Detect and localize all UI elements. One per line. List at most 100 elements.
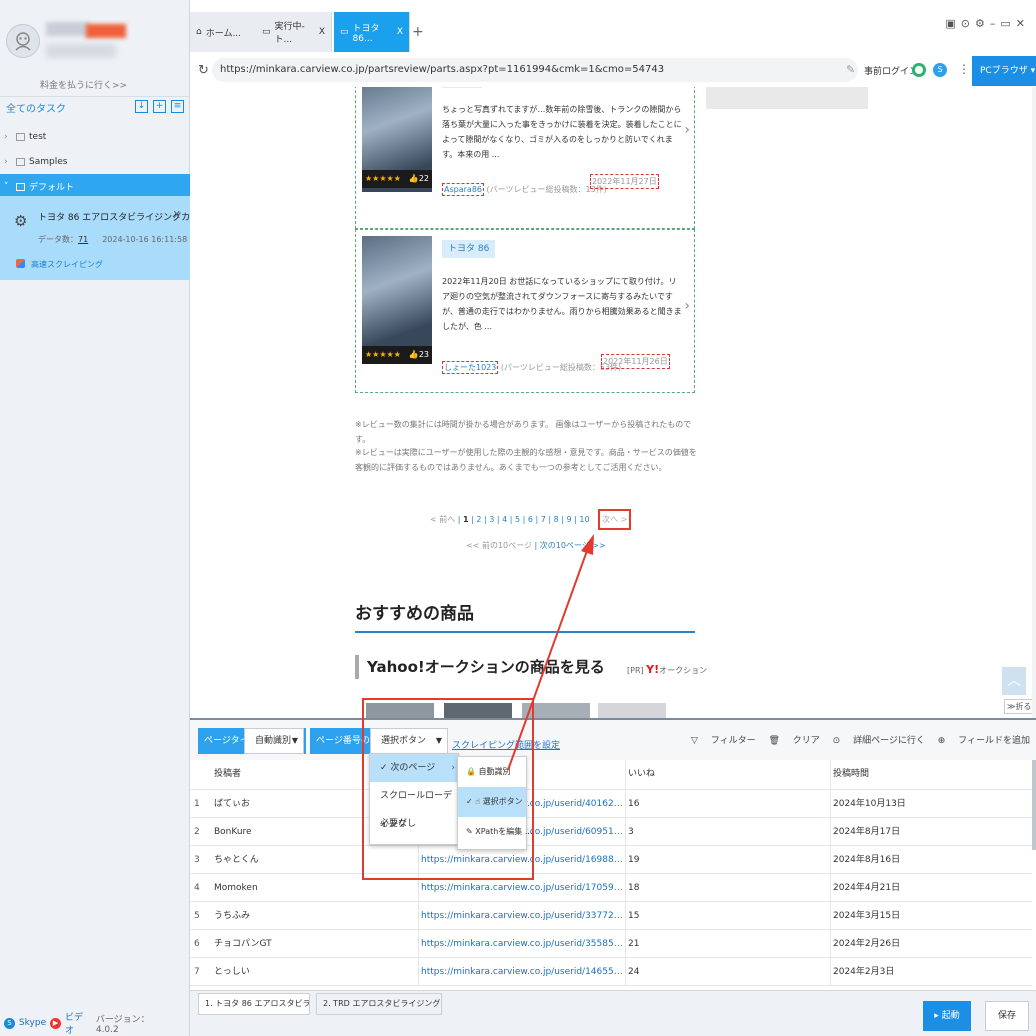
- cell-time[interactable]: 2024年8月16日: [830, 846, 1030, 874]
- filter-button[interactable]: ▽ フィルター: [691, 736, 756, 746]
- launch-button[interactable]: ▸ 起動: [923, 1001, 971, 1031]
- page-link[interactable]: 3: [489, 515, 494, 524]
- pre-login-button[interactable]: 事前ログイン: [864, 64, 918, 77]
- table-row[interactable]: 6 チョコパンGT https://minkara.carview.co.jp/us…: [190, 930, 1032, 958]
- yahoo-heading[interactable]: Yahoo!オークションの商品を見る: [355, 655, 605, 679]
- add-task-icon[interactable]: +: [153, 100, 166, 113]
- cell-url[interactable]: https://minkara.carview.co.jp/userid/337…: [418, 902, 625, 930]
- cell-like[interactable]: 18: [625, 874, 830, 902]
- table-row[interactable]: 3 ちゃとくん https://minkara.carview.co.jp/user…: [190, 846, 1032, 874]
- pay-link[interactable]: 料金を払うに行く>>: [40, 78, 127, 91]
- pc-browser-button[interactable]: PCブラウザ ▾: [972, 56, 1036, 86]
- import-icon[interactable]: ↓: [135, 100, 148, 113]
- page-link[interactable]: 5: [515, 515, 520, 524]
- close-icon[interactable]: X: [173, 210, 180, 221]
- cell-time[interactable]: 2024年4月21日: [830, 874, 1030, 902]
- review-image[interactable]: [362, 236, 432, 352]
- like-count: 22: [418, 174, 429, 183]
- page-type-select[interactable]: 自動識別 ▼: [244, 728, 304, 754]
- add-field-button[interactable]: ⊕ フィールドを追加: [938, 736, 1030, 746]
- edit-icon[interactable]: ✎: [846, 63, 855, 76]
- extension-icon[interactable]: ⬤: [912, 63, 926, 77]
- row-number: 5: [194, 911, 200, 921]
- table-scrollbar[interactable]: [1032, 760, 1036, 850]
- review-tag[interactable]: トヨタ 86: [442, 240, 496, 258]
- page-link[interactable]: 2: [476, 515, 481, 524]
- column-header[interactable]: いいね: [625, 760, 830, 788]
- tab-home[interactable]: ⌂ ホーム...: [190, 12, 266, 52]
- all-tasks-label[interactable]: 全てのタスク: [6, 100, 66, 115]
- task-tab[interactable]: 1. トヨタ 86 エアロスタビライジ...: [198, 993, 310, 1015]
- close-icon[interactable]: X: [319, 27, 325, 37]
- more-icon[interactable]: ⋮: [958, 62, 970, 76]
- cell-time[interactable]: 2024年8月17日: [830, 818, 1030, 846]
- cell-user[interactable]: うちふみ: [212, 902, 417, 930]
- detail-button[interactable]: ⊙ 詳細ページに行く: [833, 736, 925, 746]
- page-link[interactable]: 6: [528, 515, 533, 524]
- task-tab[interactable]: 2. TRD エアロスタビライジングカ... ⊗: [316, 993, 442, 1015]
- cell-time[interactable]: 2024年2月3日: [830, 958, 1030, 986]
- folder-samples[interactable]: › Samples: [0, 149, 190, 174]
- table-row[interactable]: 2BonKurehttps://minkara.carview.co.jp/us…: [190, 818, 1032, 846]
- clear-button[interactable]: 🗑 クリア: [768, 736, 819, 746]
- extension-icon[interactable]: S: [933, 63, 947, 77]
- cell-time[interactable]: 2024年10月13日: [830, 790, 1030, 818]
- avatar[interactable]: [6, 24, 40, 58]
- page-link[interactable]: 10: [579, 515, 589, 524]
- fold-button[interactable]: ≫折る: [1004, 699, 1035, 714]
- new-tab-icon[interactable]: +: [412, 24, 424, 40]
- robot-icon: ⚙: [14, 212, 28, 230]
- product-thumb[interactable]: [598, 703, 666, 718]
- cell-like[interactable]: 3: [625, 818, 830, 846]
- cell-like[interactable]: 19: [625, 846, 830, 874]
- tab-toyota[interactable]: ▭ トヨタ 86... X: [334, 12, 410, 52]
- cell-like[interactable]: 24: [625, 958, 830, 986]
- scroll-top-button[interactable]: ︿: [1002, 667, 1026, 695]
- chevron-right-icon[interactable]: ›: [684, 122, 690, 138]
- table-row[interactable]: 4 Momoken https://minkara.carview.co.jp/us…: [190, 874, 1032, 902]
- cell-like[interactable]: 16: [625, 790, 830, 818]
- review-card[interactable]: ★★★★★ 👍22 ちょっと写真ずれてますが…数年前の除雪後、トランクの隙間から落…: [355, 87, 695, 229]
- data-count[interactable]: 71: [78, 235, 88, 244]
- task-item[interactable]: ⚙ トヨタ 86 エアロスタビライジングカバー... X データ数：71 2024…: [0, 196, 217, 280]
- table-row[interactable]: 1ばてぃおhttps://minkara.carview.co.jp/useri…: [190, 790, 1032, 818]
- cell-like[interactable]: 15: [625, 902, 830, 930]
- page-link[interactable]: 4: [502, 515, 507, 524]
- table-row[interactable]: 7 とっしい https://minkara.carview.co.jp/useri…: [190, 958, 1032, 986]
- page-link[interactable]: 1: [463, 515, 469, 524]
- folder-test[interactable]: › test: [0, 124, 190, 149]
- table-row[interactable]: 5 うちふみ https://minkara.carview.co.jp/useri…: [190, 902, 1032, 930]
- skype-link[interactable]: Skype: [19, 1018, 46, 1028]
- cell-user[interactable]: とっしい: [212, 958, 417, 986]
- page-link[interactable]: 9: [567, 515, 572, 524]
- next-page-link[interactable]: 次へ >: [598, 509, 632, 530]
- video-link[interactable]: ビデオ: [65, 1010, 92, 1036]
- page-scrollbar[interactable]: [1032, 87, 1036, 718]
- url-field[interactable]: https://minkara.carview.co.jp/partsrevie…: [212, 58, 858, 82]
- window-controls[interactable]: ▣⊙⚙–▭✕: [945, 17, 1030, 30]
- reload-icon[interactable]: ↻: [198, 63, 209, 78]
- page-link[interactable]: 7: [541, 515, 546, 524]
- author-link[interactable]: Aspara86: [442, 183, 484, 196]
- save-button[interactable]: 保存: [985, 1001, 1029, 1031]
- chevron-right-icon[interactable]: ›: [684, 298, 690, 314]
- review-card[interactable]: ★★★★★ 👍23 トヨタ 86 2022年11月20日 お世話になっているショッ…: [355, 229, 695, 393]
- page-link[interactable]: 8: [554, 515, 559, 524]
- export-icon[interactable]: ≡: [171, 100, 184, 113]
- cell-url[interactable]: https://minkara.carview.co.jp/userid/355…: [418, 930, 625, 958]
- column-header[interactable]: 投稿時間: [830, 760, 1030, 788]
- close-icon[interactable]: X: [397, 27, 403, 37]
- add-field-label: フィールドを追加: [958, 736, 1030, 746]
- cell-url[interactable]: https://minkara.carview.co.jp/userid/146…: [418, 958, 625, 986]
- prev-link[interactable]: < 前へ: [430, 515, 455, 524]
- cell-like[interactable]: 21: [625, 930, 830, 958]
- prev10-link[interactable]: << 前の10ページ: [466, 541, 532, 550]
- cell-time[interactable]: 2024年2月26日: [830, 930, 1030, 958]
- review-tag[interactable]: [442, 87, 482, 88]
- tab-running[interactable]: ▭ 実行中-ト... X: [256, 12, 332, 52]
- author-link[interactable]: しょーた1023: [442, 361, 499, 374]
- next10-link[interactable]: 次の10ページ >>: [540, 541, 606, 550]
- cell-user[interactable]: チョコパンGT: [212, 930, 417, 958]
- cell-time[interactable]: 2024年3月15日: [830, 902, 1030, 930]
- page-type-value: 自動識別: [255, 736, 292, 746]
